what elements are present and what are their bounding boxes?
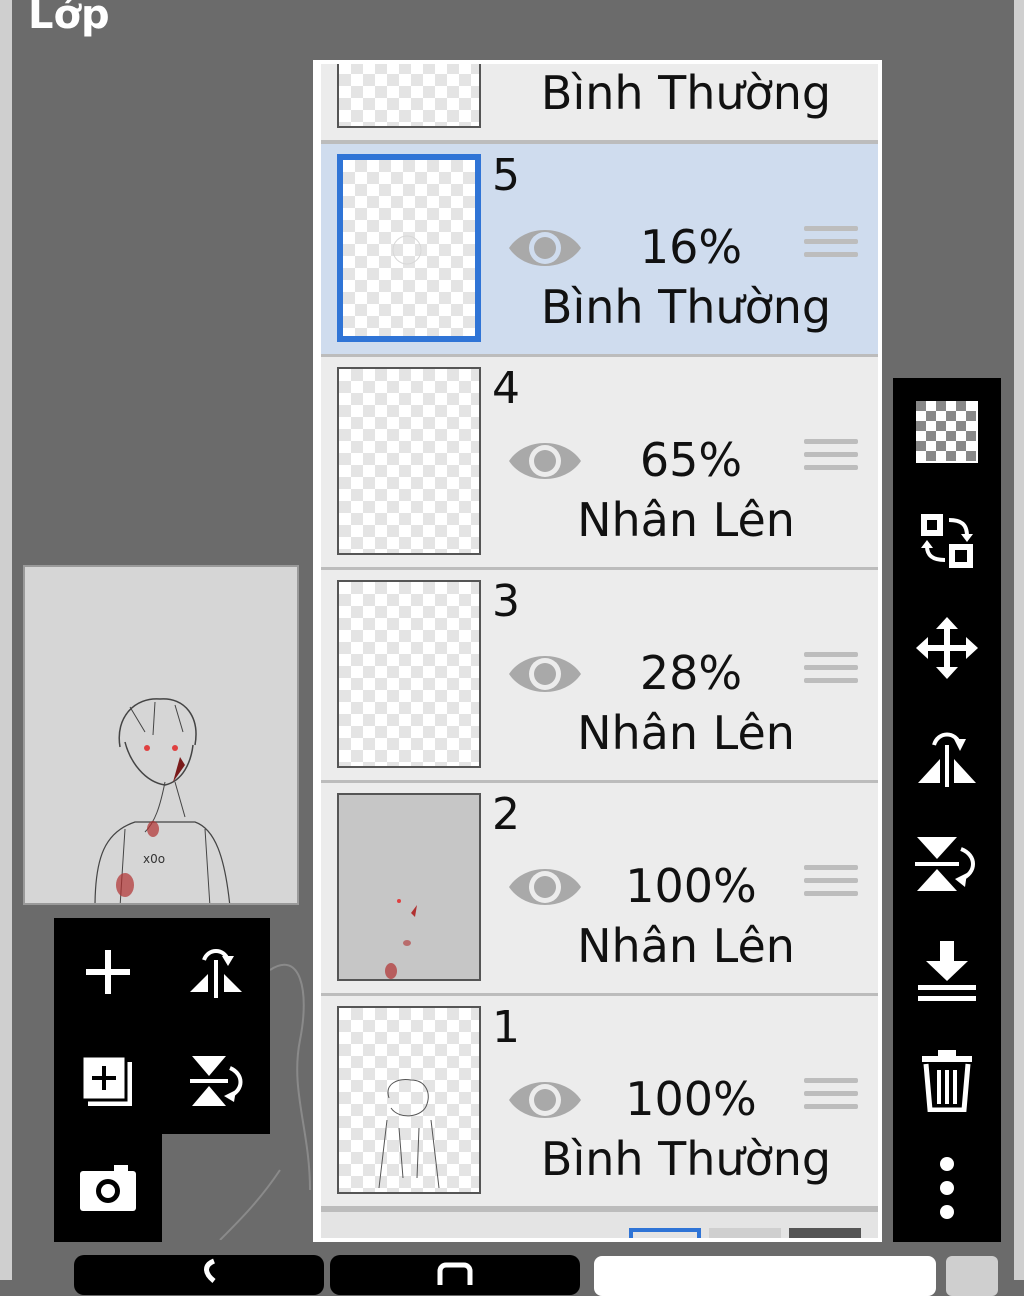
visibility-eye-icon[interactable] (507, 222, 583, 274)
flip-vertical-button[interactable] (893, 810, 1001, 918)
visibility-eye-icon[interactable] (507, 1074, 583, 1126)
duplicate-layer-icon (80, 1054, 132, 1106)
bottom-button-back[interactable] (74, 1255, 324, 1295)
visibility-eye-icon[interactable] (507, 435, 583, 487)
layer-thumbnail (337, 367, 481, 555)
layer-blend-mode[interactable]: Bình Thường (496, 1136, 876, 1182)
layer-blend-mode[interactable]: Nhân Lên (496, 497, 876, 543)
move-icon (916, 617, 978, 679)
color-swatch[interactable] (946, 1256, 998, 1296)
color-bar[interactable] (594, 1256, 936, 1296)
layer-number: 1 (492, 1002, 520, 1053)
brush-icon (437, 1262, 473, 1294)
layer-number: 5 (492, 150, 520, 201)
add-layer-icon (86, 950, 130, 994)
layer-row[interactable]: Bình Thường (321, 64, 878, 140)
preview-drawing: x0o (94, 698, 231, 903)
svg-text:x0o: x0o (143, 852, 165, 866)
layer-number: 2 (492, 789, 520, 840)
layer-opacity[interactable]: 16% (591, 224, 791, 270)
layer-thumbnail (337, 64, 481, 128)
drag-handle-icon[interactable] (804, 865, 858, 904)
layer-row-selected[interactable]: 5 16% Bình Thường (321, 144, 878, 354)
flip-horizontal-rotate-button[interactable] (162, 918, 270, 1026)
visibility-eye-icon[interactable] (507, 648, 583, 700)
flip-vertical-icon (915, 837, 975, 891)
drag-handle-icon[interactable] (804, 652, 858, 691)
flip-horizontal-icon (918, 732, 976, 787)
undo-icon (204, 1258, 216, 1283)
delete-layer-button[interactable] (893, 1026, 1001, 1134)
camera-icon (80, 1165, 136, 1211)
trash-icon (922, 1050, 972, 1112)
layer-row[interactable]: 2 100% Nhân Lên (321, 783, 878, 993)
flip-vertical-rotate-icon (190, 1056, 243, 1106)
panel-title: Lớp (28, 0, 110, 38)
more-vertical-icon (940, 1157, 954, 1219)
left-toolbar-camera (54, 1134, 162, 1242)
add-layer-button[interactable] (54, 918, 162, 1026)
right-edge (1014, 0, 1024, 1280)
canvas-preview[interactable]: x0o (23, 565, 299, 905)
flip-horizontal-rotate-icon (190, 949, 242, 998)
flip-vertical-rotate-button[interactable] (162, 1026, 270, 1134)
layer-blend-mode[interactable]: Nhân Lên (496, 923, 876, 969)
swap-layers-button[interactable] (893, 486, 1001, 594)
canvas-thumb[interactable] (709, 1228, 781, 1238)
transparency-button[interactable] (893, 378, 1001, 486)
visibility-eye-icon[interactable] (507, 861, 583, 913)
right-toolbar (893, 378, 1001, 1242)
flip-horizontal-button[interactable] (893, 702, 1001, 810)
layer-number: 4 (492, 363, 520, 414)
layer-opacity[interactable]: 100% (591, 1076, 791, 1122)
bottom-button-brush[interactable] (330, 1255, 580, 1295)
move-button[interactable] (893, 594, 1001, 702)
left-toolbar (54, 918, 270, 1134)
left-edge (0, 0, 12, 1280)
merge-down-icon (918, 941, 976, 1001)
camera-button[interactable] (54, 1134, 162, 1242)
layer-blend-mode[interactable]: Bình Thường (496, 284, 876, 330)
drag-handle-icon[interactable] (804, 226, 858, 265)
layer-row[interactable]: 4 65% Nhân Lên (321, 357, 878, 567)
layer-number: 3 (492, 576, 520, 627)
transparency-icon (916, 401, 978, 463)
layer-row[interactable]: 3 28% Nhân Lên (321, 570, 878, 780)
drag-handle-icon[interactable] (804, 1078, 858, 1117)
layer-opacity[interactable]: 65% (591, 437, 791, 483)
merge-down-button[interactable] (893, 918, 1001, 1026)
canvas-thumb[interactable] (789, 1228, 861, 1238)
panel-footer (321, 1212, 878, 1238)
layer-thumbnail (337, 580, 481, 768)
canvas-thumb-selected[interactable] (629, 1228, 701, 1238)
drag-handle-icon[interactable] (804, 439, 858, 478)
more-options-button[interactable] (893, 1134, 1001, 1242)
layer-panel: Bình Thường 5 16% Bình Thường 4 65% Nhân (313, 60, 882, 1242)
layer-thumbnail (337, 154, 481, 342)
layer-opacity[interactable]: 28% (591, 650, 791, 696)
layer-thumbnail (337, 1006, 481, 1194)
swap-layers-icon (921, 514, 973, 568)
duplicate-layer-button[interactable] (54, 1026, 162, 1134)
layer-blend-mode[interactable]: Nhân Lên (496, 710, 876, 756)
layer-opacity[interactable]: 100% (591, 863, 791, 909)
layer-blend-mode[interactable]: Bình Thường (496, 70, 876, 116)
layer-thumbnail (337, 793, 481, 981)
layer-row[interactable]: 1 100% Bình Thường (321, 996, 878, 1206)
